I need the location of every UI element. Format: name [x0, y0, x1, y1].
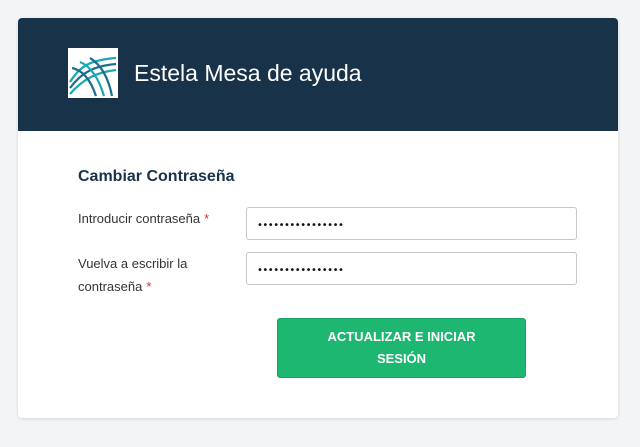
required-asterisk: *: [204, 211, 210, 226]
header-bar: Estela Mesa de ayuda: [18, 18, 618, 131]
change-password-card: Estela Mesa de ayuda Cambiar Contraseña …: [18, 18, 618, 418]
confirm-password-label-line2: contraseña: [78, 279, 143, 294]
confirm-password-label: Vuelva a escribir la contraseña *: [78, 252, 238, 298]
confirm-password-label-line1: Vuelva a escribir la: [78, 256, 188, 271]
password-label-text: Introducir contraseña: [78, 211, 201, 226]
password-input[interactable]: ••••••••••••••••: [246, 207, 577, 240]
confirm-password-input[interactable]: ••••••••••••••••: [246, 252, 577, 285]
waves-logo-icon: [68, 48, 118, 98]
password-masked-value: ••••••••••••••••: [257, 220, 344, 231]
required-asterisk: *: [146, 279, 152, 294]
confirm-password-masked-value: ••••••••••••••••: [257, 265, 344, 276]
form-title: Cambiar Contraseña: [78, 168, 235, 185]
update-and-login-button[interactable]: ACTUALIZAR E INICIAR SESIÓN: [277, 318, 526, 378]
app-title: Estela Mesa de ayuda: [134, 60, 362, 86]
password-label: Introducir contraseña *: [78, 207, 238, 230]
